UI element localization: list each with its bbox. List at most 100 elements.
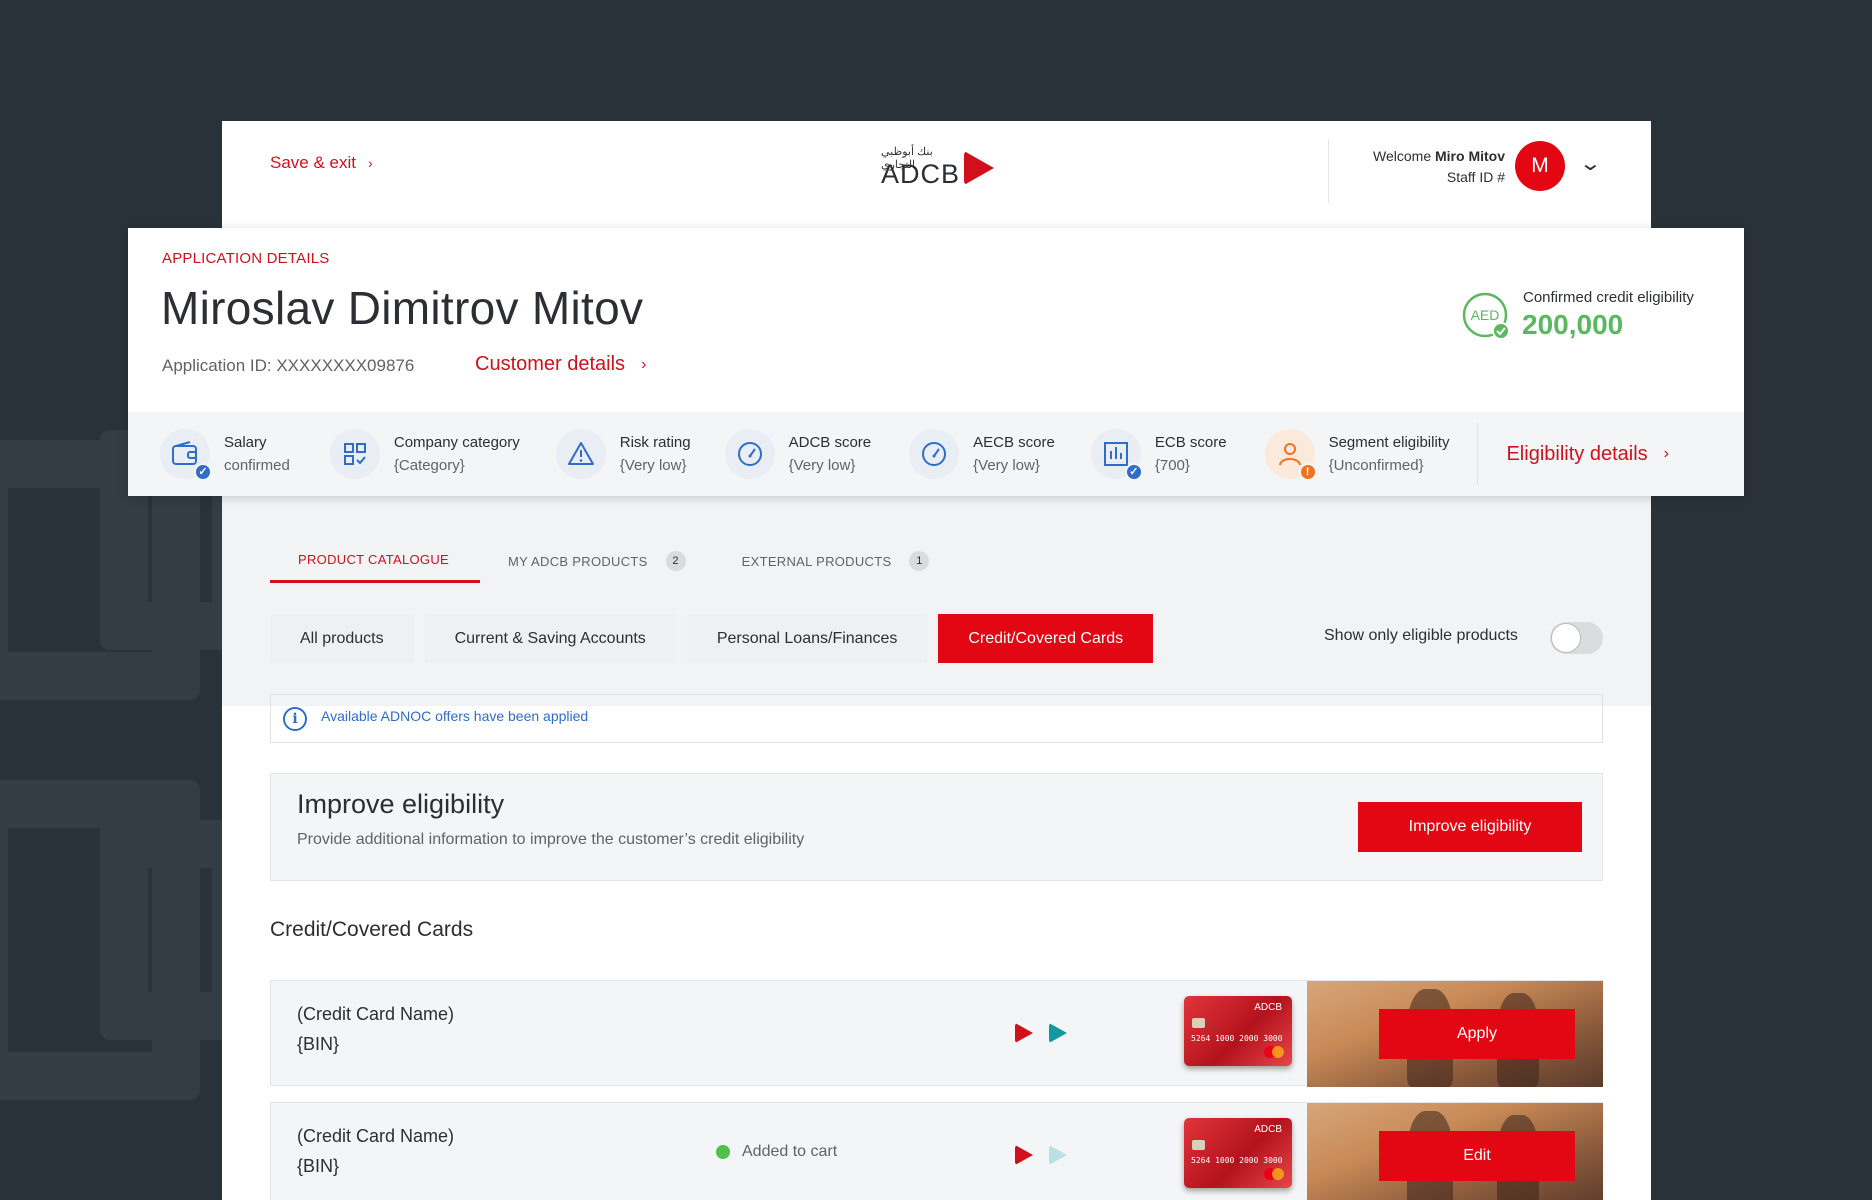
metric-value: {Very low}	[619, 457, 687, 474]
tab-product-catalogue[interactable]: PRODUCT CATALOGUE	[270, 539, 480, 583]
check-badge-icon: ✓	[194, 463, 212, 481]
list-item: (Credit Card Name) {BIN} ADCB 5264 1000 …	[270, 980, 1603, 1087]
product-filters: All products Current & Saving Accounts P…	[270, 614, 1154, 663]
metric-salary: ✓ Salary confirmed	[160, 429, 290, 481]
bar-chart-icon: ✓	[1090, 429, 1143, 481]
card-number: 5264 1000 2000 3000	[1191, 1034, 1283, 1043]
card-brand: ADCB	[1254, 1002, 1282, 1013]
welcome-prefix: Welcome	[1373, 148, 1432, 164]
customer-details-label: Customer details	[475, 353, 626, 375]
card-bin: {BIN}	[297, 1034, 340, 1054]
metric-segment-eligibility: ! Segment eligibility {Unconfirmed}	[1264, 429, 1450, 481]
improve-eligibility-button[interactable]: Improve eligibility	[1358, 802, 1582, 852]
info-text: Available ADNOC offers have been applied	[321, 707, 589, 724]
customer-details-link[interactable]: Customer details ›	[475, 353, 646, 376]
header-divider	[1328, 139, 1329, 203]
metric-value: {Category}	[393, 457, 465, 474]
tab-external-products[interactable]: EXTERNAL PRODUCTS 1	[714, 539, 958, 583]
grid-icon	[329, 429, 380, 479]
metrics-bar: ✓ Salary confirmed Company category {Categ…	[128, 412, 1744, 496]
apply-button[interactable]: Apply	[1379, 1009, 1575, 1059]
status-dot-icon	[716, 1145, 730, 1159]
metric-label: Company category	[393, 434, 520, 451]
chevron-right-icon: ›	[1663, 445, 1669, 462]
tab-label: EXTERNAL PRODUCTS	[741, 553, 892, 569]
play-teal-light-icon	[1049, 1145, 1067, 1165]
adcb-logo: بنك أبوظبي التجاري ADCB	[881, 145, 1001, 189]
improve-eligibility-panel: Improve eligibility Provide additional i…	[270, 773, 1603, 881]
filter-all-products[interactable]: All products	[270, 614, 414, 663]
card-number: 5264 1000 2000 3000	[1191, 1156, 1283, 1165]
improve-description: Provide additional information to improv…	[297, 831, 805, 848]
eligibility-details-link[interactable]: Eligibility details ›	[1506, 443, 1669, 466]
toggle-knob	[1551, 623, 1581, 653]
credit-eligibility-label: Confirmed credit eligibility	[1523, 289, 1694, 306]
eligible-toggle-label: Show only eligible products	[1324, 627, 1518, 644]
chevron-right-icon: ›	[368, 155, 373, 171]
card-name-block: (Credit Card Name) {BIN}	[297, 999, 454, 1059]
logo-triangle-icon	[964, 151, 994, 185]
filter-current-saving-accounts[interactable]: Current & Saving Accounts	[424, 614, 676, 663]
metric-value: {Unconfirmed}	[1328, 457, 1424, 474]
staff-id: Staff ID #	[1446, 169, 1505, 185]
play-red-icon	[1015, 1023, 1033, 1043]
metric-label: ECB score	[1154, 434, 1227, 451]
save-exit-link[interactable]: Save & exit ›	[270, 153, 373, 173]
credit-card-image: ADCB 5264 1000 2000 3000	[1184, 1118, 1292, 1188]
user-name: Miro Mitov	[1435, 148, 1505, 164]
aed-verified-icon: AED	[1462, 292, 1510, 340]
metric-adcb-score: ADCB score {Very low}	[724, 429, 872, 479]
warning-icon	[555, 429, 606, 479]
metric-value: {700}	[1154, 457, 1190, 474]
eligible-only-toggle[interactable]	[1550, 622, 1603, 654]
save-exit-label: Save & exit	[270, 153, 356, 172]
tab-my-adcb-products[interactable]: MY ADCB PRODUCTS 2	[480, 539, 714, 583]
card-chip-icon	[1192, 1140, 1205, 1150]
section-title: Credit/Covered Cards	[270, 918, 474, 941]
card-brand: ADCB	[1254, 1124, 1282, 1135]
metric-label: Segment eligibility	[1328, 434, 1450, 451]
metric-company-category: Company category {Category}	[329, 429, 520, 479]
currency-badge: AED	[1471, 307, 1500, 323]
wallet-icon: ✓	[160, 429, 212, 481]
play-teal-icon	[1049, 1023, 1067, 1043]
logo-wordmark: ADCB	[881, 159, 961, 189]
edit-button[interactable]: Edit	[1379, 1131, 1575, 1181]
card-name-block: (Credit Card Name) {BIN}	[297, 1121, 454, 1181]
user-icon: !	[1264, 429, 1317, 481]
chevron-down-icon[interactable]: ⌄	[1579, 151, 1602, 176]
card-lifestyle-photo: Apply	[1307, 981, 1603, 1087]
card-lifestyle-photo: Edit	[1307, 1103, 1603, 1200]
gauge-icon	[909, 429, 960, 479]
credit-card-image: ADCB 5264 1000 2000 3000	[1184, 996, 1292, 1066]
application-details-card: APPLICATION DETAILS Miroslav Dimitrov Mi…	[128, 228, 1744, 496]
card-chip-icon	[1192, 1018, 1205, 1028]
metric-value: {Very low}	[973, 457, 1040, 474]
info-banner: i Available ADNOC offers have been appli…	[270, 694, 1603, 743]
metric-value: {Very low}	[788, 457, 856, 474]
improve-title: Improve eligibility	[297, 789, 505, 819]
top-bar: Save & exit › بنك أبوظبي التجاري ADCB We…	[222, 121, 1651, 229]
metric-label: ADCB score	[788, 434, 872, 451]
tab-count-badge: 2	[665, 551, 686, 571]
metric-value: confirmed	[224, 457, 290, 474]
metric-risk-rating: Risk rating {Very low}	[555, 429, 691, 479]
play-red-icon	[1015, 1145, 1033, 1165]
status-text: Added to cart	[742, 1143, 838, 1160]
filter-personal-loans[interactable]: Personal Loans/Finances	[686, 614, 928, 663]
card-name: (Credit Card Name)	[297, 1004, 455, 1024]
metric-aecb-score: AECB score {Very low}	[909, 429, 1055, 479]
check-badge-icon: ✓	[1124, 463, 1143, 481]
metric-label: AECB score	[973, 434, 1055, 451]
customer-name: Miroslav Dimitrov Mitov	[161, 282, 644, 334]
tab-label: MY ADCB PRODUCTS	[508, 553, 648, 569]
added-to-cart-status: Added to cart	[716, 1143, 837, 1161]
filter-credit-covered-cards[interactable]: Credit/Covered Cards	[938, 614, 1154, 663]
metric-ecb-score: ✓ ECB score {700}	[1090, 429, 1227, 481]
welcome-block: Welcome Miro Mitov Staff ID #	[1373, 146, 1505, 188]
mastercard-icon	[1264, 1046, 1284, 1058]
section-label: APPLICATION DETAILS	[162, 250, 330, 267]
tab-count-badge: 1	[909, 551, 930, 571]
alert-badge-icon: !	[1298, 463, 1317, 481]
avatar[interactable]: M	[1515, 141, 1565, 191]
